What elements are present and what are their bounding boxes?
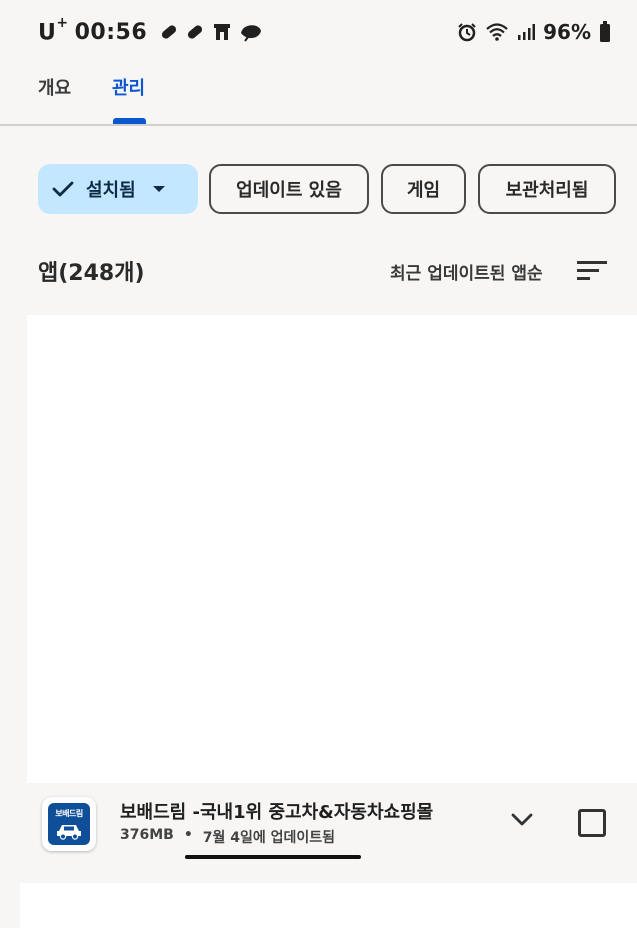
list-placeholder-panel [27, 315, 637, 783]
leaf-icon [241, 25, 262, 42]
meta-separator: • [183, 827, 193, 843]
app-count-label: 앱(248개) [38, 261, 145, 286]
clock: 00:56 [74, 19, 148, 45]
status-bar-left: U+ 00:56 [38, 14, 263, 46]
alarm-icon [458, 23, 476, 42]
app-icon-text: 보배드림 [55, 809, 83, 818]
sort-button-label[interactable]: 최근 업데이트된 앱순 [390, 259, 543, 284]
next-list-item-placeholder [20, 883, 637, 928]
check-icon [52, 181, 74, 197]
app-updated-date: 7월 4일에 업데이트됨 [202, 830, 336, 846]
filter-chip-games[interactable]: 게임 [381, 164, 466, 214]
tabs-divider [0, 124, 637, 126]
tab-overview[interactable]: 개요 [38, 74, 71, 100]
status-bar-right: 96% [457, 18, 611, 46]
app-meta: 376MB • 7월 4일에 업데이트됨 [120, 827, 335, 847]
home-indicator[interactable] [185, 855, 361, 859]
app-name[interactable]: 보배드림 -국내1위 중고차&자동차쇼핑몰 [120, 798, 433, 824]
dropdown-arrow-icon [152, 186, 165, 192]
filter-chip-updates[interactable]: 업데이트 있음 [209, 164, 369, 214]
battery-percent: 96% [543, 20, 591, 44]
filter-chip-installed[interactable]: 설치됨 [38, 164, 198, 214]
battery-icon [600, 21, 610, 42]
wifi-icon [486, 23, 508, 41]
pill-icon [188, 25, 203, 39]
app-size: 376MB [120, 827, 174, 843]
expand-chevron-icon[interactable] [510, 810, 534, 828]
app-select-checkbox[interactable] [578, 809, 606, 837]
app-icon: 보배드림 [42, 797, 96, 851]
filter-chip-archived[interactable]: 보관처리됨 [478, 164, 616, 214]
signal-icon [518, 24, 536, 40]
car-icon [57, 825, 81, 840]
filter-chip-installed-label: 설치됨 [86, 180, 136, 201]
carrier-label: U+ [38, 14, 69, 46]
sort-icon[interactable] [576, 258, 608, 282]
store-icon [214, 24, 231, 40]
pill-icon [162, 25, 177, 39]
tab-manage[interactable]: 관리 [112, 74, 145, 100]
